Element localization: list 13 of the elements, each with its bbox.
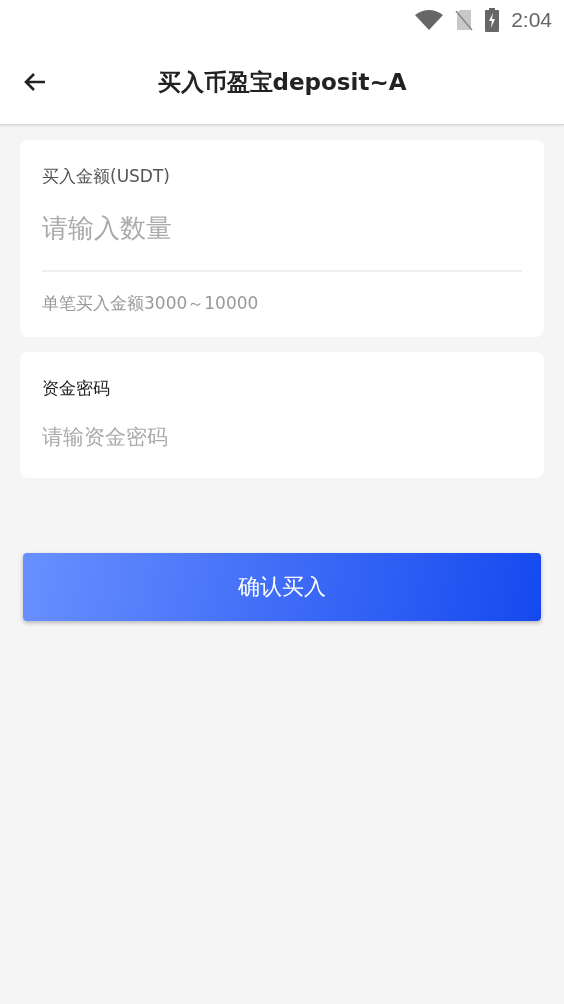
amount-input-field[interactable]: 请输入数量 bbox=[42, 206, 522, 272]
back-arrow-icon[interactable] bbox=[23, 72, 47, 92]
field-label: 买入金额(USDT) bbox=[42, 165, 171, 188]
battery-icon bbox=[485, 8, 500, 32]
page-title: 买入币盈宝deposit~A bbox=[157, 67, 407, 97]
field-label: 资金密码 bbox=[42, 377, 111, 400]
status-time: 2:04 bbox=[511, 8, 552, 32]
amount-input[interactable]: 请输入数量 bbox=[42, 206, 522, 250]
password-input-field[interactable]: 请输资金密码 bbox=[42, 422, 522, 452]
confirm-button[interactable]: 确认买入 bbox=[23, 553, 541, 621]
no-sim-icon bbox=[455, 9, 474, 31]
wifi-icon bbox=[415, 10, 444, 30]
hint-text: 单笔买入金额3000～10000 bbox=[42, 292, 260, 315]
